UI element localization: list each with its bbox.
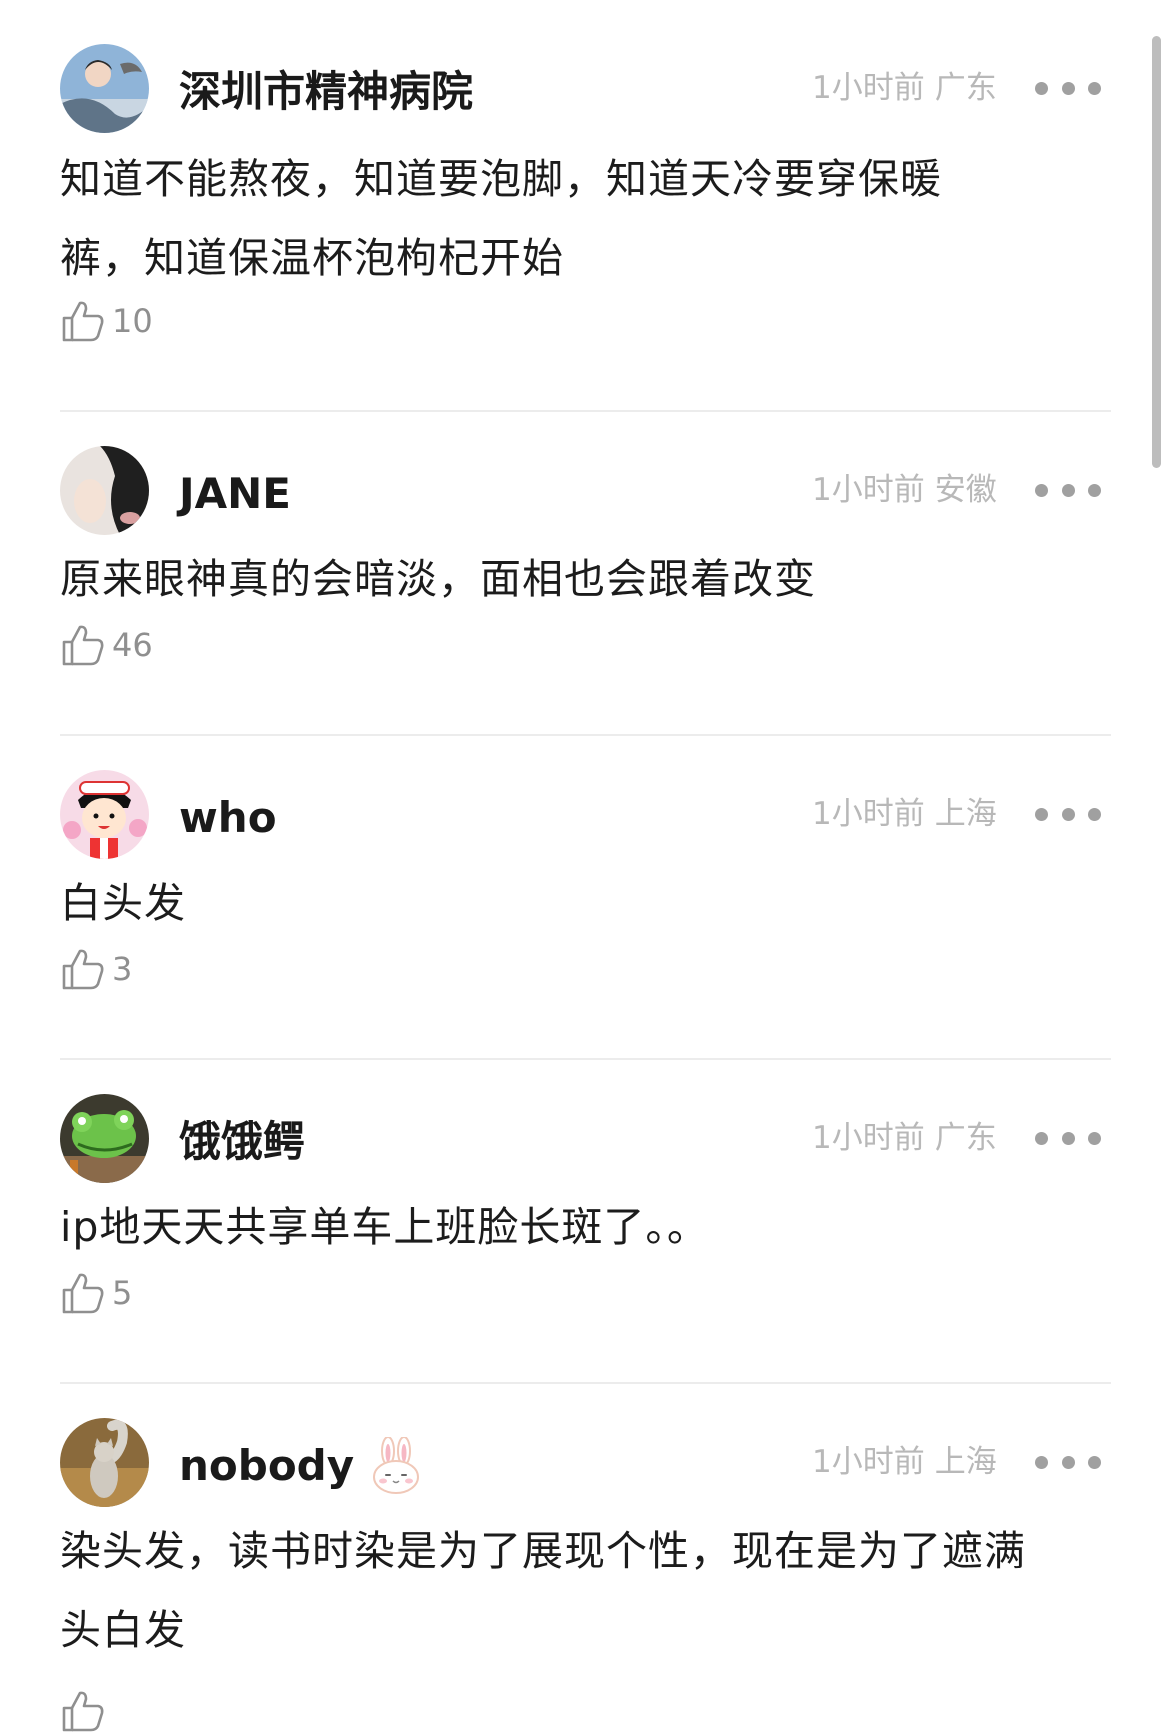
thumbs-up-icon xyxy=(62,301,104,342)
timestamp: 1小时前 xyxy=(812,70,925,106)
like-button[interactable]: 3 xyxy=(60,946,132,992)
avatar[interactable] xyxy=(60,1094,149,1183)
avatar[interactable] xyxy=(60,44,149,133)
divider xyxy=(60,410,1111,412)
comment-meta: 1小时前 广东 xyxy=(812,1094,997,1183)
comment-text: 染头发，读书时染是为了展现个性，现在是为了遮满头白发 xyxy=(60,1527,1026,1654)
like-button[interactable]: 5 xyxy=(60,1270,132,1316)
ip-location: 上海 xyxy=(934,796,997,832)
avatar[interactable] xyxy=(60,446,149,535)
comment-text: 白头发 xyxy=(60,879,186,927)
like-count: 3 xyxy=(112,950,133,988)
avatar[interactable] xyxy=(60,1418,149,1507)
divider xyxy=(60,1058,1111,1060)
timestamp: 1小时前 xyxy=(812,1444,925,1480)
like-count: 10 xyxy=(112,302,153,340)
timestamp: 1小时前 xyxy=(812,796,925,832)
more-options-icon[interactable] xyxy=(1035,1128,1101,1148)
more-options-icon[interactable] xyxy=(1035,480,1101,500)
username[interactable]: who xyxy=(179,770,277,859)
thumbs-up-icon xyxy=(62,1691,104,1732)
username[interactable]: 深圳市精神病院 xyxy=(179,44,473,133)
like-count: 5 xyxy=(112,1274,133,1312)
comment-text: 知道不能熬夜，知道要泡脚，知道天冷要穿保暖裤，知道保温杯泡枸杞开始 xyxy=(60,155,942,282)
timestamp: 1小时前 xyxy=(812,472,925,508)
like-count: 46 xyxy=(112,626,153,664)
comment-text: 原来眼神真的会暗淡，面相也会跟着改变 xyxy=(60,555,816,603)
more-options-icon[interactable] xyxy=(1035,1452,1101,1472)
ip-location: 安徽 xyxy=(934,472,997,508)
like-button[interactable]: 10 xyxy=(60,298,153,344)
username[interactable]: JANE xyxy=(179,446,291,535)
comment-meta: 1小时前 安徽 xyxy=(812,446,997,535)
username[interactable]: 饿饿鳄 xyxy=(179,1094,305,1183)
thumbs-up-icon xyxy=(62,625,104,666)
comment-text: ip地天天共享单车上班脸长斑了。。 xyxy=(60,1203,709,1251)
comment-meta: 1小时前 上海 xyxy=(812,1418,997,1507)
divider xyxy=(60,734,1111,736)
like-button[interactable] xyxy=(60,1688,106,1734)
thumbs-up-icon xyxy=(62,949,104,990)
comment-meta: 1小时前 广东 xyxy=(812,44,997,133)
username[interactable]: nobody xyxy=(179,1418,424,1507)
divider xyxy=(60,1382,1111,1384)
more-options-icon[interactable] xyxy=(1035,78,1101,98)
ip-location: 广东 xyxy=(934,1120,997,1156)
ip-location: 广东 xyxy=(934,70,997,106)
timestamp: 1小时前 xyxy=(812,1120,925,1156)
bunny-badge-icon xyxy=(373,1436,420,1494)
more-options-icon[interactable] xyxy=(1035,804,1101,824)
scrollbar[interactable] xyxy=(1152,36,1161,468)
like-button[interactable]: 46 xyxy=(60,622,153,668)
avatar[interactable] xyxy=(60,770,149,859)
ip-location: 上海 xyxy=(934,1444,997,1480)
thumbs-up-icon xyxy=(62,1273,104,1314)
comment-meta: 1小时前 上海 xyxy=(812,770,997,859)
